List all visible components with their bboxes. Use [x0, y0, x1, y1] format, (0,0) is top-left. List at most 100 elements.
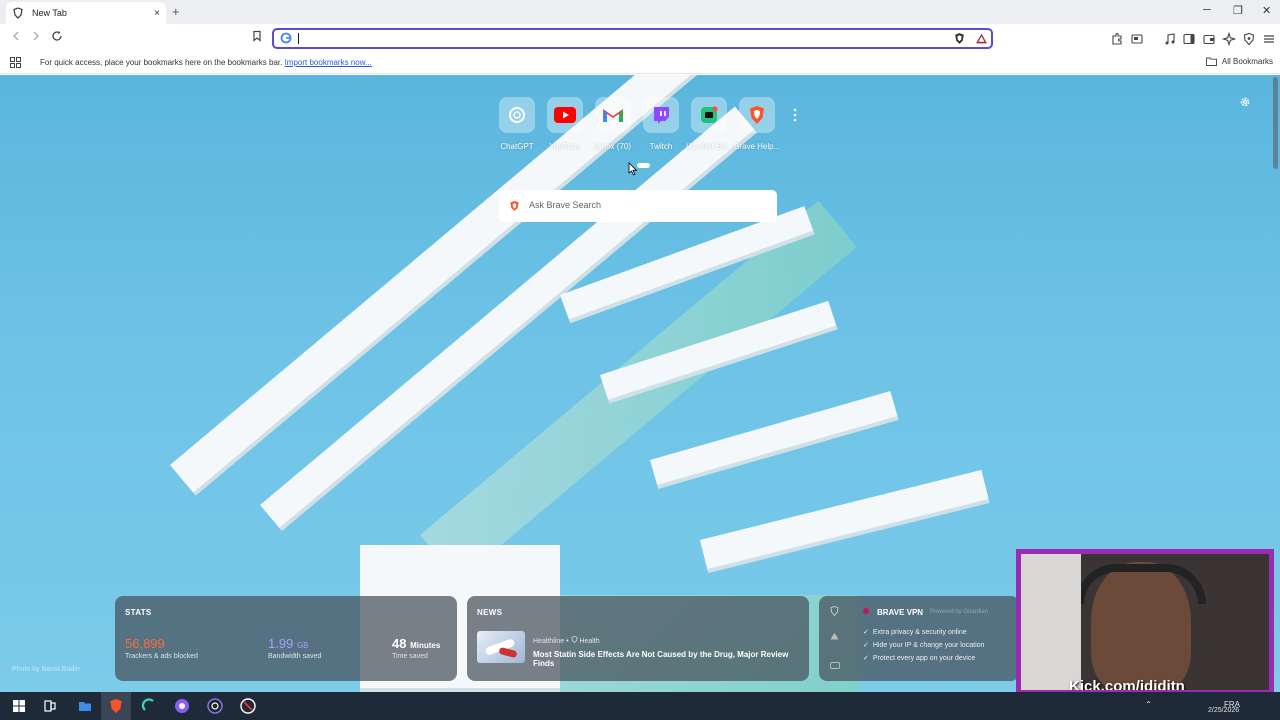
import-bookmarks-link[interactable]: Import bookmarks now... — [285, 58, 372, 67]
app-icon-teal[interactable] — [140, 697, 158, 715]
vpn-features: ✓ Extra privacy & security online ✓ Hide y… — [863, 626, 984, 665]
top-site-label: Brave Help... — [734, 142, 781, 151]
time-unit: Minutes — [410, 641, 441, 650]
close-window-button[interactable]: ✕ — [1262, 4, 1271, 17]
more-options-icon[interactable] — [791, 108, 799, 122]
vpn-feature-text: Extra privacy & security online — [872, 629, 967, 636]
tab-manager-icon[interactable] — [1130, 32, 1144, 46]
apps-grid-icon[interactable] — [10, 57, 21, 68]
news-category: Health — [579, 638, 600, 645]
stats-heading: STATS — [125, 608, 152, 617]
top-site-gmail[interactable]: Inbox (70) — [590, 97, 636, 151]
app-icon-purple[interactable] — [173, 697, 191, 715]
forward-button[interactable] — [28, 30, 44, 46]
minimize-button[interactable]: ─ — [1203, 4, 1211, 16]
top-site-label: Inbox (70) — [594, 142, 632, 151]
task-view-icon[interactable] — [41, 697, 59, 715]
bookmarks-hint-text: For quick access, place your bookmarks h… — [40, 58, 283, 67]
text-caret — [298, 33, 299, 44]
menu-icon[interactable] — [1262, 32, 1276, 46]
tray-date[interactable]: 2/25/2026 — [1208, 707, 1239, 714]
vpn-status-dot — [863, 608, 869, 614]
time-label: Time saved — [392, 653, 428, 660]
brave-shields-icon[interactable] — [953, 32, 966, 45]
vpn-feature-text: Hide your IP & change your location — [872, 642, 985, 649]
check-icon: ✓ — [863, 629, 869, 636]
vpn-card[interactable]: BRAVE VPN Powered by Guardian ✓ Extra pri… — [819, 596, 1019, 681]
news-separator: • — [566, 638, 569, 645]
bandwidth-unit: GB — [296, 641, 309, 650]
back-button[interactable] — [8, 30, 24, 46]
brave-search-box[interactable]: Ask Brave Search — [499, 190, 777, 222]
shield-small-icon — [570, 636, 578, 644]
address-input[interactable] — [302, 30, 902, 47]
back-arrow-icon — [13, 31, 19, 41]
mouse-cursor-icon — [628, 162, 638, 176]
all-bookmarks-label: All Bookmarks — [1221, 57, 1273, 66]
bookmark-icon — [253, 30, 261, 42]
bandwidth-value: 1.99 — [268, 636, 294, 651]
leo-ai-icon[interactable] — [1222, 32, 1236, 46]
top-site-label: ChatGPT — [500, 142, 534, 151]
brave-icon — [739, 97, 775, 133]
news-thumbnail — [477, 631, 525, 663]
address-bar[interactable] — [272, 28, 993, 49]
twitch-icon — [643, 97, 679, 133]
trackers-blocked-label: Trackers & ads blocked — [125, 653, 198, 660]
all-bookmarks-button[interactable]: All Bookmarks — [1205, 57, 1273, 66]
obs-icon[interactable] — [206, 697, 224, 715]
top-site-chatgpt[interactable]: ChatGPT — [494, 97, 540, 151]
top-site-brave-help[interactable]: Brave Help... — [734, 97, 780, 151]
top-site-youtube[interactable]: YouTube — [542, 97, 588, 151]
photo-credit[interactable]: Photo by Bama Badin — [12, 666, 80, 673]
check-icon: ✓ — [863, 655, 869, 662]
file-explorer-icon[interactable] — [76, 697, 94, 715]
brave-logo-icon — [510, 200, 519, 212]
brave-rewards-icon[interactable] — [975, 32, 988, 45]
top-site-label: YouTube — [549, 142, 581, 151]
news-card[interactable]: NEWS Healthline • Health Most Statin Sid… — [467, 596, 809, 681]
brave-shield-icon — [13, 7, 23, 19]
chatgpt-icon — [499, 97, 535, 133]
reload-button[interactable] — [49, 30, 65, 46]
top-site-twitch[interactable]: Twitch — [638, 97, 684, 151]
scrollbar-thumb[interactable] — [1273, 77, 1278, 169]
tray-icons[interactable]: ⌃ — [1145, 700, 1152, 709]
vpn-powered-by: Powered by Guardian — [930, 609, 989, 615]
vpn-feature-item: ✓ Protect every app on your device — [863, 652, 984, 665]
time-saved: 48 Minutes — [392, 636, 440, 651]
vpn-feature-text: Protect every app on your device — [872, 655, 976, 662]
top-sites-page-indicator[interactable] — [637, 163, 650, 168]
tab-strip: New Tab × + ─ ❐ ✕ — [0, 0, 1280, 24]
vpn-icon[interactable] — [1242, 32, 1256, 46]
new-tab-button[interactable]: + — [172, 4, 180, 19]
headset — [1076, 564, 1206, 604]
wall — [1021, 554, 1081, 690]
taskbar: ⌃ FRA 2/25/2026 — [0, 692, 1280, 720]
webcam-overlay: Kick.com/jdiditn — [1016, 549, 1274, 695]
sidebar-icon[interactable] — [1182, 32, 1196, 46]
vpn-feature-item: ✓ Hide your IP & change your location — [863, 639, 984, 652]
news-headline[interactable]: Most Statin Side Effects Are Not Caused … — [533, 650, 809, 668]
device-icon — [830, 662, 840, 669]
music-icon[interactable] — [1163, 32, 1177, 46]
windows-start-icon[interactable] — [10, 697, 28, 715]
vpn-title: BRAVE VPN — [877, 608, 924, 617]
warning-icon — [830, 632, 839, 640]
google-icon — [280, 32, 292, 44]
folder-icon — [1205, 57, 1217, 66]
tab-new-tab[interactable]: New Tab × — [6, 2, 166, 24]
app-icon-red[interactable] — [239, 697, 257, 715]
restore-button[interactable]: ❐ — [1233, 4, 1243, 17]
top-site-alert-box[interactable]: (1) Alert Bo... — [686, 97, 733, 151]
search-placeholder: Ask Brave Search — [529, 200, 602, 210]
gear-icon[interactable] — [1239, 96, 1251, 108]
tab-close-button[interactable]: × — [154, 8, 160, 19]
time-value: 48 — [392, 636, 407, 651]
wallet-icon[interactable] — [1202, 32, 1216, 46]
extensions-icon[interactable] — [1110, 32, 1124, 46]
bookmark-button[interactable] — [249, 30, 265, 46]
top-site-label: (1) Alert Bo... — [686, 142, 733, 151]
brave-browser-icon[interactable] — [107, 697, 125, 715]
forward-arrow-icon — [33, 31, 39, 41]
